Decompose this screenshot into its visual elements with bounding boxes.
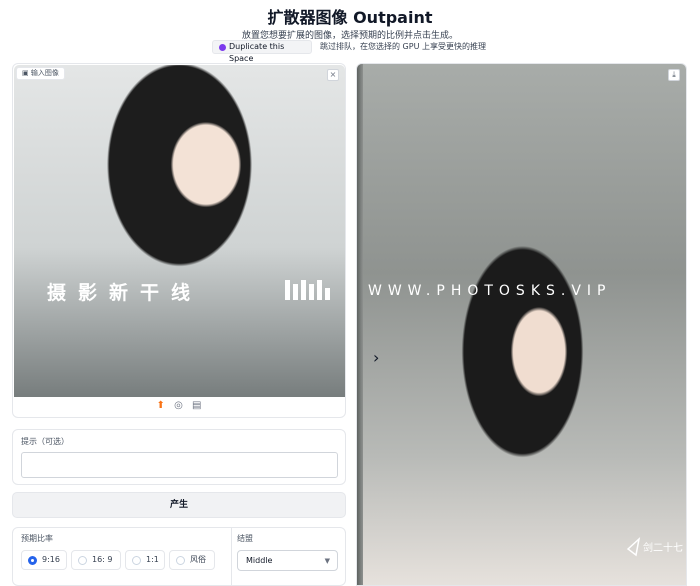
- image-icon: ▣: [22, 69, 29, 77]
- ratio-option-label: 16: 9: [92, 555, 113, 564]
- radio-icon: [132, 556, 141, 565]
- page-title: 扩散器图像 Outpaint: [267, 8, 433, 27]
- image-source-toolbar: ⬆ ◎ ▤: [13, 400, 345, 416]
- alignment-label: 结盟: [237, 534, 253, 543]
- ratio-option-label: 风俗: [190, 555, 206, 564]
- watermark-text-left: 摄影新干线: [47, 282, 203, 304]
- alignment-select[interactable]: Middle ▼: [237, 550, 338, 571]
- download-icon[interactable]: ⤓: [668, 69, 680, 81]
- radio-selected-icon: [28, 556, 37, 565]
- duplicate-row: Duplicate this Space 跳过排队，在您选择的 GPU 上享受更…: [0, 40, 700, 63]
- duplicate-description: 跳过排队，在您选择的 GPU 上享受更快的推理: [320, 42, 486, 51]
- ratio-option-1-1[interactable]: 1:1: [125, 550, 165, 570]
- webcam-icon[interactable]: ◎: [174, 400, 183, 411]
- ratio-option-custom[interactable]: 风俗: [169, 550, 215, 570]
- header: 扩散器图像 Outpaint 放置您想要扩展的图像，选择预期的比例并点击生成。 …: [0, 0, 700, 63]
- chevron-down-icon: ▼: [324, 557, 330, 565]
- duplicate-space-button[interactable]: Duplicate this Space: [212, 40, 312, 63]
- close-icon[interactable]: ×: [327, 69, 339, 81]
- duplicate-button-label: Duplicate this Space: [229, 42, 285, 63]
- clipboard-icon[interactable]: ▤: [192, 400, 201, 411]
- divider: [231, 528, 232, 586]
- output-image-edge: [357, 64, 363, 585]
- upload-icon[interactable]: ⬆: [157, 400, 165, 411]
- ratio-option-9-16[interactable]: 9:16: [21, 550, 67, 570]
- corner-watermark: 剑二十七: [626, 536, 683, 557]
- ratio-label: 预期比率: [21, 534, 53, 543]
- alignment-value: Middle: [246, 556, 273, 565]
- output-image-panel[interactable]: ⤓ ›: [356, 63, 687, 586]
- generate-button[interactable]: 产生: [12, 492, 346, 518]
- watermark-text-right: WWW.PHOTOSKS.VIP: [368, 283, 612, 299]
- ratio-option-label: 9:16: [42, 555, 60, 564]
- ratio-option-16-9[interactable]: 16: 9: [71, 550, 121, 570]
- duplicate-icon: [219, 44, 226, 51]
- output-image[interactable]: [357, 64, 686, 585]
- input-image-panel[interactable]: ▣ 输入图像 × ⬆ ◎ ▤: [12, 63, 346, 418]
- ratio-option-label: 1:1: [146, 555, 159, 564]
- radio-icon: [176, 556, 185, 565]
- input-image-badge: ▣ 输入图像: [16, 67, 65, 80]
- chevron-right-icon[interactable]: ›: [373, 348, 379, 367]
- prompt-label: 提示（可选）: [21, 437, 69, 446]
- input-image-label: 输入图像: [30, 69, 59, 77]
- watermark-logo: [285, 280, 330, 300]
- radio-icon: [78, 556, 87, 565]
- prompt-panel: 提示（可选）: [12, 429, 346, 485]
- svg-text:剑二十七: 剑二十七: [643, 541, 683, 554]
- prompt-input[interactable]: [21, 452, 338, 478]
- ratio-panel: 预期比率 9:16 16: 9 1:1 风俗 结盟 Middle ▼: [12, 527, 346, 586]
- input-image[interactable]: [14, 65, 345, 397]
